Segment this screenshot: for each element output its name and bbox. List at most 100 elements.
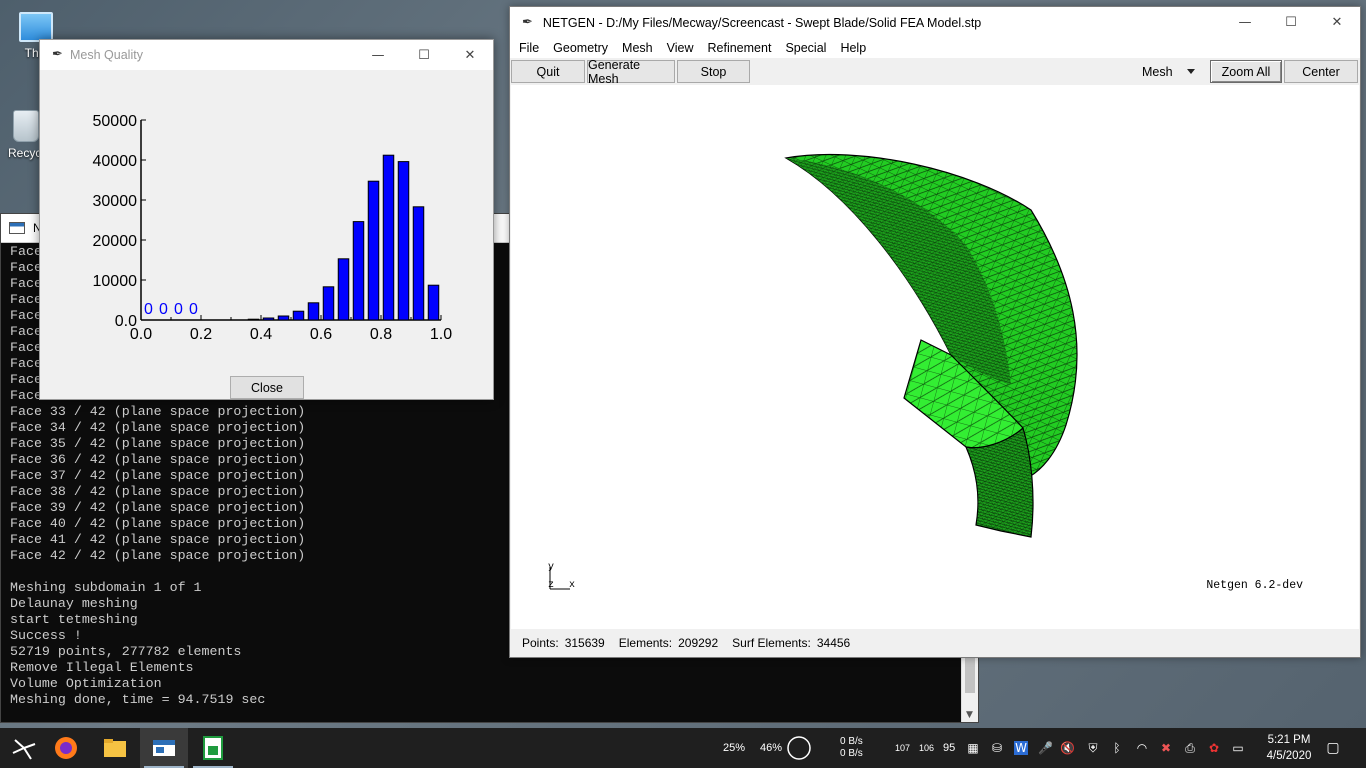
- start-button[interactable]: [0, 728, 48, 768]
- minimize-button[interactable]: —: [1222, 7, 1268, 37]
- close-window-button[interactable]: ✕: [447, 40, 493, 70]
- wifi-icon[interactable]: ◠: [1135, 741, 1149, 755]
- histogram-bar: [277, 315, 290, 321]
- menu-special[interactable]: Special: [778, 41, 833, 55]
- feather-icon: ✒: [522, 15, 533, 30]
- bluetooth-icon[interactable]: ᛒ: [1110, 741, 1124, 755]
- taskbar: 25% 46% 0 B/s 0 B/s 107 106 95 ▦ ⛁ W 🎤 🔇…: [0, 728, 1366, 768]
- console-line: Face 39 / 42 (plane space projection): [10, 500, 306, 515]
- gauge-circle-icon: [787, 736, 811, 760]
- network-speed: 0 B/s 0 B/s: [840, 736, 863, 760]
- grid-icon[interactable]: ▦: [966, 741, 980, 755]
- mesh-quality-window[interactable]: ✒ Mesh Quality — ☐ ✕ 0.0 10000 20000 30000 4…: [39, 39, 494, 400]
- network-drive-icon[interactable]: ⛁: [990, 741, 1004, 755]
- 3d-viewport[interactable]: y z x Netgen 6.2-dev: [511, 85, 1359, 631]
- printer-icon[interactable]: ⎙: [1183, 741, 1197, 755]
- close-window-button[interactable]: ✕: [1314, 7, 1360, 37]
- console-line: Face 38 / 42 (plane space projection): [10, 484, 306, 499]
- mesh-render: [784, 153, 1078, 538]
- maximize-icon: ☐: [1285, 14, 1297, 30]
- view-mode-select[interactable]: Mesh: [1142, 60, 1208, 83]
- clock[interactable]: 5:21 PM 4/5/2020: [1260, 732, 1318, 764]
- close-icon: ✕: [464, 47, 476, 63]
- histogram-bar: [352, 221, 365, 321]
- taskbar-firefox[interactable]: [42, 728, 90, 768]
- zero-count-label: 0: [159, 301, 168, 318]
- console-line: Meshing done, time = 94.7519 sec: [10, 692, 266, 707]
- zero-count-label: 0: [189, 301, 198, 318]
- cpu-usage: 25%: [723, 742, 746, 754]
- taskbar-console[interactable]: [140, 728, 188, 768]
- quit-button[interactable]: Quit: [511, 60, 585, 83]
- taskbar-spreadsheet[interactable]: [189, 728, 237, 768]
- stop-button[interactable]: Stop: [677, 60, 750, 83]
- console-line: Delaunay meshing: [10, 596, 138, 611]
- network-error-icon[interactable]: ✖: [1159, 741, 1173, 755]
- histogram-bar: [427, 284, 440, 321]
- maximize-icon: ☐: [418, 47, 430, 63]
- menu-geometry[interactable]: Geometry: [546, 41, 615, 55]
- feather-icon: ✒: [52, 47, 63, 62]
- center-button[interactable]: Center: [1284, 60, 1358, 83]
- console-icon: [153, 740, 175, 756]
- firefox-icon: [55, 737, 77, 759]
- clock-date: 4/5/2020: [1266, 750, 1312, 762]
- console-line: Face 37 / 42 (plane space projection): [10, 468, 306, 483]
- histogram-bar: [367, 180, 380, 321]
- console-line: Success !: [10, 628, 82, 643]
- generate-mesh-button[interactable]: Generate Mesh: [587, 58, 675, 86]
- w-app-icon[interactable]: W: [1014, 741, 1028, 755]
- maximize-button[interactable]: ☐: [401, 40, 447, 70]
- zero-count-label: 0: [144, 301, 153, 318]
- toolbar: Quit Generate Mesh Stop Mesh Zoom All Ce…: [510, 58, 1360, 86]
- console-line: start tetmeshing: [10, 612, 138, 627]
- zoom-all-button[interactable]: Zoom All: [1210, 60, 1282, 83]
- console-line: Meshing subdomain 1 of 1: [10, 580, 202, 595]
- taskbar-file-explorer[interactable]: [91, 728, 139, 768]
- shield-icon[interactable]: ⛨: [1086, 741, 1100, 755]
- minimize-icon: —: [371, 47, 385, 63]
- close-button[interactable]: Close: [230, 376, 304, 399]
- console-line: Face 34 / 42 (plane space projection): [10, 420, 306, 435]
- volume-muted-icon[interactable]: 🔇: [1060, 741, 1075, 755]
- netgen-titlebar[interactable]: ✒ NETGEN - D:/My Files/Mecway/Screencast…: [510, 7, 1360, 38]
- minimize-button[interactable]: —: [355, 40, 401, 70]
- netgen-window[interactable]: ✒ NETGEN - D:/My Files/Mecway/Screencast…: [509, 6, 1361, 658]
- minimize-icon: —: [1238, 14, 1252, 30]
- x-tick-label: 0.2: [190, 326, 212, 343]
- histogram-bar: [337, 258, 350, 321]
- mesh-quality-histogram: 0.010000200003000040000500000.0 0.2 0.4 0.6…: [93, 113, 453, 343]
- mesh-quality-titlebar[interactable]: ✒ Mesh Quality — ☐ ✕: [40, 40, 493, 70]
- menu-mesh[interactable]: Mesh: [615, 41, 660, 55]
- spreadsheet-icon: [203, 736, 223, 760]
- console-line: Face 41 / 42 (plane space projection): [10, 532, 306, 547]
- surf-elements-label: Surf Elements:: [732, 636, 811, 650]
- netgen-title: NETGEN - D:/My Files/Mecway/Screencast -…: [542, 15, 982, 30]
- battery-icon[interactable]: ▭: [1231, 741, 1245, 755]
- y-tick-label: 50000: [93, 113, 138, 130]
- app-red-icon[interactable]: ✿: [1207, 741, 1221, 755]
- scroll-down-icon[interactable]: ▼: [966, 710, 973, 720]
- console-line: Volume Optimization: [10, 676, 162, 691]
- menu-refinement[interactable]: Refinement: [701, 41, 779, 55]
- menu-view[interactable]: View: [660, 41, 701, 55]
- tray-count-2: 106: [919, 743, 935, 753]
- tray-count-1: 107: [895, 743, 911, 753]
- histogram-bar: [382, 154, 395, 321]
- menu-file[interactable]: File: [512, 41, 546, 55]
- net-down: 0 B/s: [840, 748, 863, 759]
- microphone-icon[interactable]: 🎤: [1038, 741, 1053, 755]
- console-line: Face 40 / 42 (plane space projection): [10, 516, 306, 531]
- console-icon: [9, 222, 25, 234]
- points-value: 315639: [564, 636, 605, 650]
- elements-value: 209292: [678, 636, 719, 650]
- x-tick-label: 0.8: [370, 326, 392, 343]
- histogram-bar: [247, 318, 260, 321]
- notifications-icon[interactable]: ▢: [1326, 741, 1340, 755]
- maximize-button[interactable]: ☐: [1268, 7, 1314, 37]
- y-tick-label: 40000: [93, 153, 138, 170]
- console-line: Face 35 / 42 (plane space projection): [10, 436, 306, 451]
- netgen-version: Netgen 6.2-dev: [1206, 579, 1303, 592]
- start-icon: [12, 739, 36, 760]
- menu-help[interactable]: Help: [833, 41, 873, 55]
